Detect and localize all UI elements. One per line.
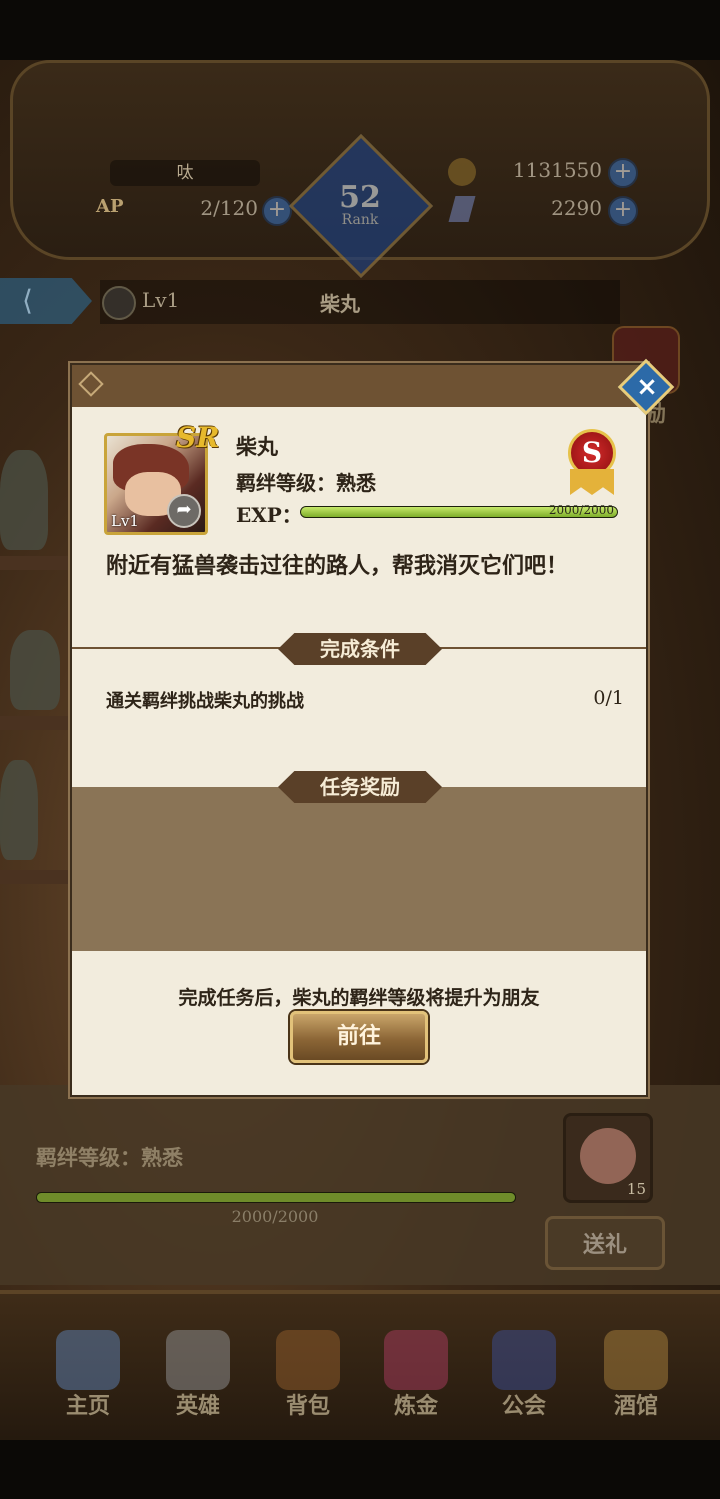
go-button[interactable]: 前往	[290, 1011, 428, 1063]
exp-label: EXP：	[236, 503, 302, 527]
bow-class-icon: ➦	[167, 494, 201, 528]
gold-coin-icon	[448, 158, 476, 186]
nav-item[interactable]: 炼金	[366, 1320, 466, 1430]
nav-item[interactable]: 酒馆	[586, 1320, 686, 1430]
close-icon[interactable]: ×	[634, 372, 660, 402]
hero-level: Lv1	[142, 288, 180, 312]
ap-value: 2/120	[200, 196, 258, 220]
back-arrow-icon: ⟨	[22, 284, 33, 317]
shield-icon	[492, 1330, 556, 1390]
dialog-header	[72, 365, 646, 407]
nav-label: 背包	[285, 1394, 330, 1419]
diamond-icon	[78, 371, 104, 397]
bond-quest-dialog: × Lv1 ➦ SR 柴丸 羁绊等级：熟悉 EXP： 2000/2000 S 附…	[70, 358, 675, 1097]
bond-exp-bar	[36, 1192, 516, 1203]
nav-label: 主页	[65, 1394, 110, 1419]
system-nav-bar	[0, 1440, 720, 1499]
shelf	[0, 716, 70, 730]
tavern-icon	[604, 1330, 668, 1390]
bond-exp-fill	[37, 1193, 515, 1202]
add-gold-button[interactable]: +	[608, 158, 638, 188]
add-ap-button[interactable]: +	[262, 196, 292, 226]
send-gift-button[interactable]: 送礼	[545, 1216, 665, 1270]
rank-number: 52	[339, 180, 381, 215]
gift-item-slot[interactable]: 15	[563, 1113, 653, 1203]
rewards-area	[72, 787, 646, 951]
status-bar	[0, 0, 720, 60]
gold-value: 1131550	[512, 158, 602, 182]
bond-exp-value: 2000/2000	[231, 1207, 319, 1226]
vase	[10, 630, 60, 710]
class-icon	[102, 286, 136, 320]
nav-item[interactable]: 背包	[258, 1320, 358, 1430]
quest-description: 附近有猛兽袭击过往的路人，帮我消灭它们吧！	[106, 554, 569, 579]
player-name: 呔	[110, 160, 260, 186]
gift-count: 15	[626, 1180, 646, 1198]
shelf	[0, 870, 70, 884]
hero-name-background: 柴丸	[320, 292, 360, 316]
pig-gift-icon	[580, 1128, 636, 1184]
nav-item[interactable]: 公会	[474, 1320, 574, 1430]
nav-label: 酒馆	[613, 1394, 658, 1419]
vase	[0, 760, 38, 860]
helmet-icon	[166, 1330, 230, 1390]
rarity-badge: SR	[176, 421, 220, 454]
shelf	[0, 556, 70, 570]
medal-ribbon	[570, 469, 614, 495]
gem-value: 2290	[551, 196, 602, 220]
nav-label: 炼金	[393, 1394, 438, 1419]
portrait-level: Lv1	[111, 512, 139, 530]
bond-level-label: 羁绊等级：熟悉	[36, 1146, 183, 1170]
conditions-title: 完成条件	[278, 633, 442, 665]
condition-text: 通关羁绊挑战柴丸的挑战	[106, 691, 304, 712]
nav-item[interactable]: 主页	[38, 1320, 138, 1430]
bond-upgrade-note: 完成任务后，柴丸的羁绊等级将提升为朋友	[178, 987, 540, 1009]
add-gem-button[interactable]: +	[608, 196, 638, 226]
nav-label: 英雄	[175, 1394, 220, 1419]
exp-value: 2000/2000	[548, 503, 614, 517]
condition-progress: 0/1	[593, 687, 624, 709]
backpack-icon	[276, 1330, 340, 1390]
ap-label: AP	[96, 196, 124, 217]
hero-name: 柴丸	[236, 435, 278, 459]
rank-label: Rank	[341, 212, 379, 228]
potion-icon	[384, 1330, 448, 1390]
vase	[0, 450, 48, 550]
castle-icon	[56, 1330, 120, 1390]
nav-label: 公会	[501, 1394, 546, 1419]
bond-level: 羁绊等级：熟悉	[236, 471, 376, 495]
nav-item[interactable]: 英雄	[148, 1320, 248, 1430]
rewards-title: 任务奖励	[278, 771, 442, 803]
